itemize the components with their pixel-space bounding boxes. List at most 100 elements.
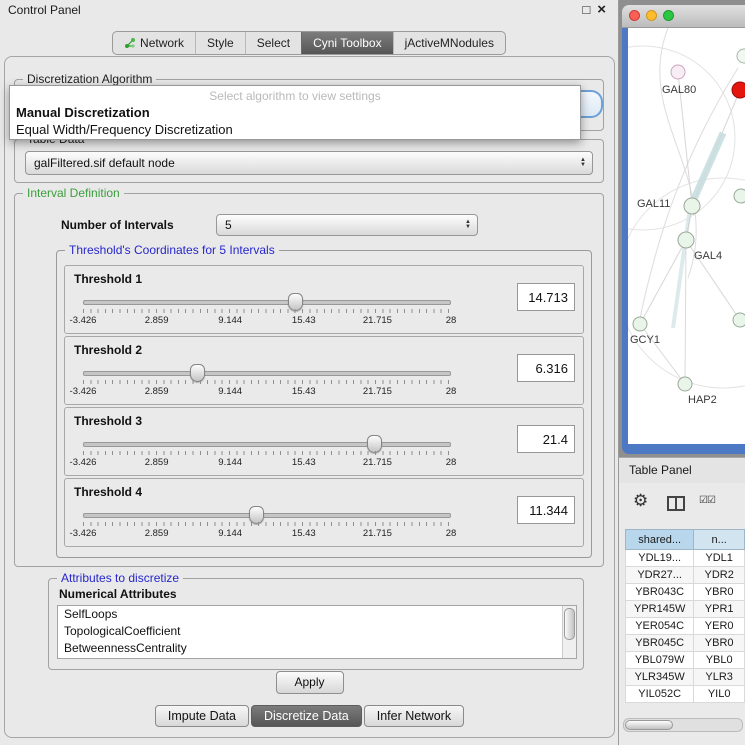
network-icon [124,37,136,49]
table-row[interactable]: YPR145WYPR1 [626,601,745,618]
tab-infer-network[interactable]: Infer Network [364,705,464,727]
threshold-1-slider[interactable]: -3.426 2.859 9.144 15.43 21.715 28 [83,292,451,330]
table-row[interactable]: YLR345WYLR3 [626,669,745,686]
tab-impute-data[interactable]: Impute Data [155,705,249,727]
network-view-window: GAL80 GAL11 GAL4 GCY1 HAP2 [622,5,745,454]
column-header-shared-name[interactable]: shared... [626,530,694,550]
bottom-tab-bar: Impute Data Discretize Data Infer Networ… [5,705,614,727]
slider-track[interactable] [83,371,451,376]
apply-button[interactable]: Apply [276,671,344,694]
network-node[interactable] [678,232,694,248]
network-node[interactable] [633,317,647,331]
table-row[interactable]: YDL19...YDL1 [626,550,745,567]
node-label: HAP2 [688,394,717,406]
number-of-intervals-combobox[interactable]: 5 ▲▼ [216,214,478,236]
table-data-group: Table Data galFiltered.sif default node … [14,139,604,183]
close-traffic-light-icon[interactable] [629,10,640,21]
node-label: GCY1 [630,334,660,346]
dropdown-item-manual-discretization[interactable]: Manual Discretization [10,104,580,121]
dropdown-item-equal-width-frequency[interactable]: Equal Width/Frequency Discretization [10,121,580,138]
table-panel-titlebar: Table Panel [619,457,745,485]
network-node[interactable] [733,313,745,327]
columns-icon[interactable] [667,496,685,511]
combobox-value: galFiltered.sif default node [26,156,175,170]
group-title: Threshold's Coordinates for 5 Intervals [65,243,279,257]
list-vertical-scrollbar[interactable] [562,606,576,658]
group-title: Interval Definition [23,186,124,200]
table-panel: ⚙ ☑☑ shared... n... YDL19...YDL1 YDR27..… [619,483,745,745]
numerical-attributes-label: Numerical Attributes [59,587,177,601]
tab-label: Cyni Toolbox [313,36,381,50]
scrollbar-thumb[interactable] [625,720,673,730]
threshold-4-slider[interactable]: -3.426 2.859 9.144 15.43 21.715 28 [83,505,451,543]
list-item[interactable]: SelfLoops [58,606,576,623]
slider-track[interactable] [83,442,451,447]
network-node[interactable] [737,49,745,63]
column-header-name[interactable]: n... [694,530,745,550]
slider-track[interactable] [83,300,451,305]
cyni-toolbox-panel: Discretization Algorithm Select algorith… [4,56,615,738]
combobox-stepper-icon: ▲▼ [574,158,592,168]
threshold-3-panel: Threshold 3 -3.426 2.859 9.144 15.43 21.… [64,407,584,476]
right-region: GAL80 GAL11 GAL4 GCY1 HAP2 Table Panel ⚙… [619,0,745,745]
zoom-traffic-light-icon[interactable] [663,10,674,21]
network-node-selected[interactable] [732,82,745,98]
tab-select[interactable]: Select [245,32,301,54]
tab-label: jActiveMNodules [405,36,494,50]
attributes-to-discretize-group: Attributes to discretize Numerical Attri… [48,578,584,670]
table-panel-title: Table Panel [629,463,692,477]
table-row[interactable]: YIL052CYIL0 [626,686,745,703]
control-panel-titlebar: Control Panel □ × [0,0,618,20]
threshold-label: Threshold 1 [74,272,142,286]
threshold-3-slider[interactable]: -3.426 2.859 9.144 15.43 21.715 28 [83,434,451,472]
table-horizontal-scrollbar[interactable] [623,718,743,732]
network-node[interactable] [684,198,700,214]
numerical-attributes-list[interactable]: SelfLoops TopologicalCoefficient Between… [57,605,577,659]
threshold-3-value-field[interactable]: 21.4 [517,425,575,453]
table-row[interactable]: YBR043CYBR0 [626,584,745,601]
network-node[interactable] [678,377,692,391]
threshold-4-panel: Threshold 4 -3.426 2.859 9.144 15.43 21.… [64,478,584,547]
slider-ticks [83,309,451,313]
slider-ticks [83,451,451,455]
network-window-titlebar [622,5,745,28]
list-item[interactable]: BetweennessCentrality [58,640,576,657]
tab-jactivemnodules[interactable]: jActiveMNodules [393,32,505,54]
slider-scale: -3.426 2.859 9.144 15.43 21.715 28 [83,457,451,469]
threshold-4-value-field[interactable]: 11.344 [517,496,575,524]
tab-discretize-data[interactable]: Discretize Data [251,705,362,727]
table-row[interactable]: YBL079WYBL0 [626,652,745,669]
algorithm-dropdown-popup: Select algorithm to view settings Manual… [9,85,581,140]
table-data-combobox[interactable]: galFiltered.sif default node ▲▼ [25,151,593,175]
tab-cyni-toolbox[interactable]: Cyni Toolbox [301,32,392,54]
network-node[interactable] [671,65,685,79]
combobox-stepper-icon: ▲▼ [459,220,477,230]
threshold-2-slider[interactable]: -3.426 2.859 9.144 15.43 21.715 28 [83,363,451,401]
slider-track[interactable] [83,513,451,518]
threshold-label: Threshold 4 [74,485,142,499]
tab-label: Style [207,36,234,50]
minimize-traffic-light-icon[interactable] [646,10,657,21]
slider-scale: -3.426 2.859 9.144 15.43 21.715 28 [83,528,451,540]
tab-label: Select [257,36,290,50]
tab-label: Network [140,36,184,50]
restore-window-icon[interactable]: □ [582,2,590,18]
settings-gear-icon[interactable]: ⚙ [633,491,648,511]
close-window-icon[interactable]: × [597,2,606,18]
slider-ticks [83,522,451,526]
network-node[interactable] [734,189,745,203]
list-item[interactable]: TopologicalCoefficient [58,623,576,640]
scrollbar-thumb[interactable] [564,608,575,640]
table-row[interactable]: YER054CYER0 [626,618,745,635]
network-canvas[interactable]: GAL80 GAL11 GAL4 GCY1 HAP2 [628,28,745,444]
table-row[interactable]: YBR045CYBR0 [626,635,745,652]
table-row[interactable]: YDR27...YDR2 [626,567,745,584]
table-toolbar: ⚙ ☑☑ [619,489,745,519]
tab-network[interactable]: Network [113,32,195,54]
slider-scale: -3.426 2.859 9.144 15.43 21.715 28 [83,386,451,398]
slider-ticks [83,380,451,384]
threshold-2-value-field[interactable]: 6.316 [517,354,575,382]
tab-style[interactable]: Style [195,32,245,54]
threshold-1-value-field[interactable]: 14.713 [517,283,575,311]
select-columns-icon[interactable]: ☑☑ [699,495,715,506]
